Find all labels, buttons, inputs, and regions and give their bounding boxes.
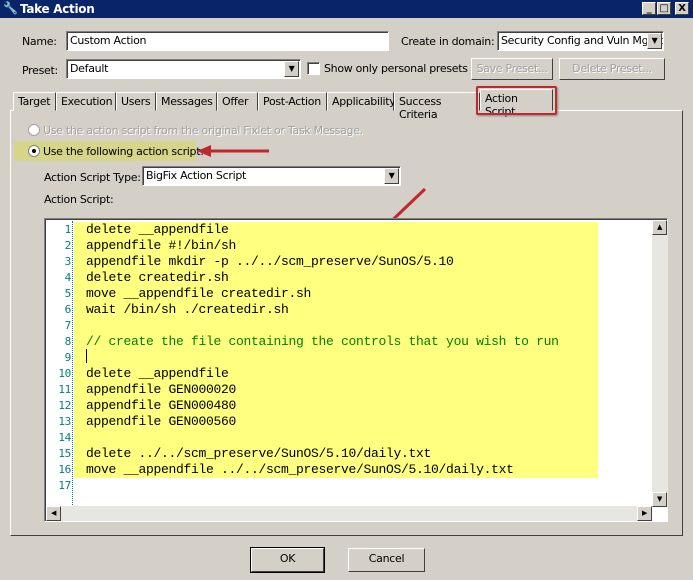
code-line: wait /bin/sh ./createdir.sh [74, 302, 598, 318]
code-line: move __appendfile ../../scm_preserve/Sun… [74, 462, 598, 478]
code-line: delete __appendfile [74, 222, 598, 238]
code-line: appendfile #!/bin/sh [74, 238, 598, 254]
cancel-button[interactable]: Cancel [348, 548, 425, 572]
scroll-down-icon[interactable]: ▼ [652, 492, 667, 507]
code-line: appendfile mkdir -p ../../scm_preserve/S… [74, 254, 598, 270]
tab-success-criteria[interactable]: Success Criteria [394, 92, 480, 121]
window-title: Take Action [20, 2, 95, 16]
tab-offer[interactable]: Offer [217, 92, 258, 111]
preset-select[interactable]: Default ▼ [66, 59, 301, 79]
close-button[interactable]: X [675, 2, 689, 15]
action-script-editor[interactable]: 1 delete __appendfile 2 appendfile #!/bin/s… [44, 218, 668, 522]
save-preset-button[interactable]: Save Preset... [471, 58, 553, 80]
line-number: 15 [58, 447, 71, 460]
delete-preset-button[interactable]: Delete Preset... [559, 58, 665, 80]
code-line: move __appendfile createdir.sh [74, 286, 598, 302]
personal-presets-checkbox[interactable] [307, 62, 320, 75]
line-number: 9 [64, 351, 72, 364]
code-line: appendfile GEN000020 [74, 382, 598, 398]
tab-users[interactable]: Users [116, 92, 156, 111]
code-line [74, 430, 598, 446]
code-line: // create the file containing the contro… [74, 334, 598, 350]
tab-applicability[interactable]: Applicability [327, 92, 396, 111]
script-type-value: BigFix Action Script [146, 169, 247, 182]
text-cursor [86, 349, 87, 363]
preset-label: Preset: [22, 64, 58, 77]
name-label: Name: [22, 35, 57, 48]
title-bar: 🔧 Take Action _ □ X [0, 0, 693, 18]
script-label: Action Script: [44, 193, 114, 206]
ok-button[interactable]: OK [250, 547, 325, 573]
code-line [74, 350, 598, 366]
preset-value: Default [70, 62, 109, 75]
chevron-down-icon: ▼ [384, 168, 399, 184]
radio-original[interactable] [28, 124, 40, 136]
red-arrow-icon [197, 145, 269, 157]
minimize-button[interactable]: _ [642, 2, 656, 15]
tab-execution[interactable]: Execution [56, 92, 116, 111]
option-original-label: Use the action script from the original … [43, 124, 363, 137]
tab-post-action[interactable]: Post-Action [258, 92, 327, 111]
line-number: 2 [64, 239, 72, 252]
option-following-label: Use the following action script: [43, 145, 204, 158]
chevron-down-icon: ▼ [284, 61, 299, 77]
scroll-left-icon[interactable]: ◀ [46, 506, 61, 521]
code-line: delete __appendfile [74, 366, 598, 382]
radio-following[interactable] [28, 145, 40, 157]
line-number: 16 [58, 463, 71, 476]
gutter-divider [72, 221, 73, 505]
vertical-scrollbar[interactable]: ▲ ▼ [652, 220, 668, 507]
line-number: 11 [58, 383, 71, 396]
line-number: 12 [58, 399, 71, 412]
line-number: 6 [64, 303, 72, 316]
wrench-icon: 🔧 [3, 1, 18, 15]
maximize-button[interactable]: □ [657, 2, 671, 15]
code-line: appendfile GEN000560 [74, 414, 598, 430]
line-number: 13 [58, 415, 71, 428]
name-input[interactable]: Custom Action [66, 31, 389, 51]
code-line: delete createdir.sh [74, 270, 598, 286]
horizontal-scrollbar[interactable]: ◀ ▶ [46, 506, 652, 521]
line-number: 5 [64, 287, 72, 300]
script-type-label: Action Script Type: [44, 171, 141, 184]
line-number: 17 [58, 479, 71, 492]
domain-select[interactable]: Security Config and Vuln Mgmt ▼ [497, 31, 664, 51]
scroll-right-icon[interactable]: ▶ [637, 506, 652, 521]
script-type-select[interactable]: BigFix Action Script ▼ [142, 166, 401, 186]
tab-target[interactable]: Target [13, 92, 56, 111]
chevron-down-icon: ▼ [647, 33, 662, 49]
highlight-box [476, 86, 557, 115]
domain-label: Create in domain: [401, 35, 495, 48]
line-number: 1 [64, 223, 72, 236]
domain-value: Security Config and Vuln Mgmt [501, 34, 663, 47]
code-line [74, 318, 598, 334]
line-number: 7 [64, 319, 72, 332]
line-number: 14 [58, 431, 71, 444]
line-number: 3 [64, 255, 72, 268]
code-line: appendfile GEN000480 [74, 398, 598, 414]
personal-presets-label: Show only personal presets [324, 62, 468, 75]
scroll-up-icon[interactable]: ▲ [652, 220, 667, 235]
line-number: 4 [64, 271, 72, 284]
code-line: delete ../../scm_preserve/SunOS/5.10/dai… [74, 446, 598, 462]
line-number: 8 [64, 335, 72, 348]
tab-messages[interactable]: Messages [156, 92, 217, 111]
line-number: 10 [58, 367, 71, 380]
